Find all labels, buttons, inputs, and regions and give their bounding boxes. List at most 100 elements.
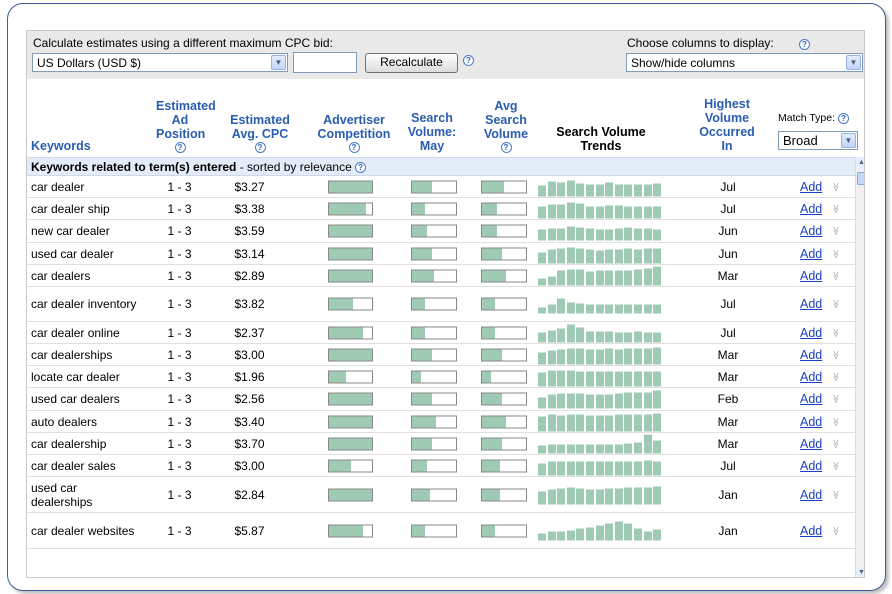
expand-chevron-icon[interactable]: ≫ <box>830 417 841 426</box>
avg-cpc-cell: $3.40 <box>234 414 265 429</box>
avg-search-volume-bar <box>481 437 527 450</box>
add-keyword-link[interactable]: Add <box>800 370 822 384</box>
trend-bar <box>634 184 643 196</box>
expand-chevron-icon[interactable]: ≫ <box>830 372 841 381</box>
trend-bar <box>653 332 663 342</box>
avg-search-volume-bar-fill <box>482 225 498 237</box>
vertical-scrollbar[interactable]: ▲ ▼ <box>855 157 864 577</box>
col-ad-position[interactable]: Estimated Ad Position <box>145 99 216 153</box>
scroll-down-icon[interactable]: ▼ <box>856 567 864 577</box>
add-keyword-link[interactable]: Add <box>800 247 822 261</box>
avg-cpc-cell: $5.87 <box>234 523 265 538</box>
max-cpc-bid-input[interactable] <box>293 52 357 73</box>
trend-bar <box>634 371 643 386</box>
expand-chevron-icon[interactable]: ≫ <box>830 226 841 235</box>
trend-bar <box>624 523 634 540</box>
col-trends[interactable]: Search Volume Trends <box>553 125 649 153</box>
avg-search-volume-bar-fill <box>482 416 507 427</box>
trend-bar <box>595 206 605 218</box>
columns-select[interactable]: Show/hide columns ▼ <box>626 53 863 72</box>
chevron-down-icon[interactable]: ▼ <box>841 133 856 148</box>
help-icon[interactable] <box>254 142 266 153</box>
trend-bar <box>653 206 663 218</box>
trend-sparkline <box>538 266 664 285</box>
trend-bar <box>643 460 653 475</box>
match-type-value: Broad <box>783 133 818 148</box>
add-keyword-link[interactable]: Add <box>800 269 822 283</box>
trend-bar <box>634 269 643 285</box>
help-icon[interactable] <box>500 142 512 153</box>
help-icon[interactable] <box>355 162 367 174</box>
trend-bar <box>586 527 595 540</box>
match-type-select[interactable]: Broad ▼ <box>778 131 858 150</box>
add-keyword-link[interactable]: Add <box>800 202 822 216</box>
expand-chevron-icon[interactable]: ≫ <box>830 394 841 403</box>
chevron-down-icon[interactable]: ▼ <box>271 55 286 70</box>
help-icon[interactable] <box>463 55 474 66</box>
keyword-cell: used car dealers <box>31 392 120 406</box>
col-avg-cpc[interactable]: Estimated Avg. CPC <box>222 113 298 153</box>
trend-bar <box>586 444 595 453</box>
add-keyword-link[interactable]: Add <box>800 326 822 340</box>
recalculate-button[interactable]: Recalculate <box>365 53 458 73</box>
col-keywords[interactable]: Keywords <box>31 139 101 153</box>
highest-volume-cell: Feb <box>717 392 739 406</box>
trend-bar <box>614 521 624 540</box>
trend-bar <box>538 252 547 263</box>
trend-bar <box>605 270 615 285</box>
table-row: car dealers 1 - 3 $2.89 Mar Add ≫ <box>27 265 855 287</box>
competition-bar <box>328 224 373 238</box>
add-keyword-link[interactable]: Add <box>800 459 822 473</box>
trend-bar <box>605 444 615 453</box>
add-keyword-link[interactable]: Add <box>800 524 822 538</box>
add-keyword-link[interactable]: Add <box>800 180 822 194</box>
trend-bar <box>614 488 624 504</box>
highest-volume-cell: Mar <box>717 414 739 429</box>
add-keyword-link[interactable]: Add <box>800 224 822 238</box>
help-icon[interactable] <box>348 142 360 153</box>
col-search-volume[interactable]: Search Volume: May <box>402 111 462 153</box>
col-competition[interactable]: Advertiser Competition <box>309 113 399 153</box>
expand-chevron-icon[interactable]: ≫ <box>830 204 841 213</box>
expand-chevron-icon[interactable]: ≫ <box>830 299 841 308</box>
help-icon[interactable] <box>837 112 849 124</box>
expand-chevron-icon[interactable]: ≫ <box>830 526 841 535</box>
trend-bar <box>566 202 576 218</box>
help-icon[interactable] <box>799 39 810 50</box>
chevron-down-icon[interactable]: ▼ <box>846 55 861 70</box>
competition-bar-fill <box>329 181 372 192</box>
add-keyword-link[interactable]: Add <box>800 348 822 362</box>
add-keyword-link[interactable]: Add <box>800 392 822 406</box>
trend-bar <box>614 461 624 475</box>
help-icon[interactable] <box>174 142 186 153</box>
competition-bar <box>328 297 373 311</box>
trend-bar <box>605 205 615 218</box>
expand-chevron-icon[interactable]: ≫ <box>830 182 841 191</box>
scroll-thumb[interactable] <box>857 172 864 185</box>
expand-chevron-icon[interactable]: ≫ <box>830 249 841 258</box>
expand-chevron-icon[interactable]: ≫ <box>830 461 841 470</box>
trend-bar <box>557 228 567 241</box>
trend-bar <box>624 414 634 431</box>
expand-chevron-icon[interactable]: ≫ <box>830 328 841 337</box>
add-keyword-link[interactable]: Add <box>800 488 822 502</box>
avg-search-volume-bar <box>481 202 527 215</box>
search-volume-bar <box>411 297 457 311</box>
expand-chevron-icon[interactable]: ≫ <box>830 439 841 448</box>
scroll-up-icon[interactable]: ▲ <box>856 157 864 169</box>
trend-bar <box>643 487 653 504</box>
expand-chevron-icon[interactable]: ≫ <box>830 271 841 280</box>
currency-select[interactable]: US Dollars (USD $) ▼ <box>32 53 288 72</box>
trend-bar <box>547 204 557 218</box>
trend-bar <box>586 461 595 475</box>
expand-chevron-icon[interactable]: ≫ <box>830 350 841 359</box>
search-volume-bar <box>411 326 457 339</box>
add-keyword-link[interactable]: Add <box>800 415 822 429</box>
add-keyword-link[interactable]: Add <box>800 437 822 451</box>
col-highest-volume[interactable]: Highest Volume Occurred In <box>692 97 762 153</box>
search-volume-bar <box>411 459 457 472</box>
col-avg-search-volume[interactable]: Avg Search Volume <box>473 99 539 153</box>
trend-bar <box>643 531 653 540</box>
add-keyword-link[interactable]: Add <box>800 297 822 311</box>
expand-chevron-icon[interactable]: ≫ <box>830 490 841 499</box>
